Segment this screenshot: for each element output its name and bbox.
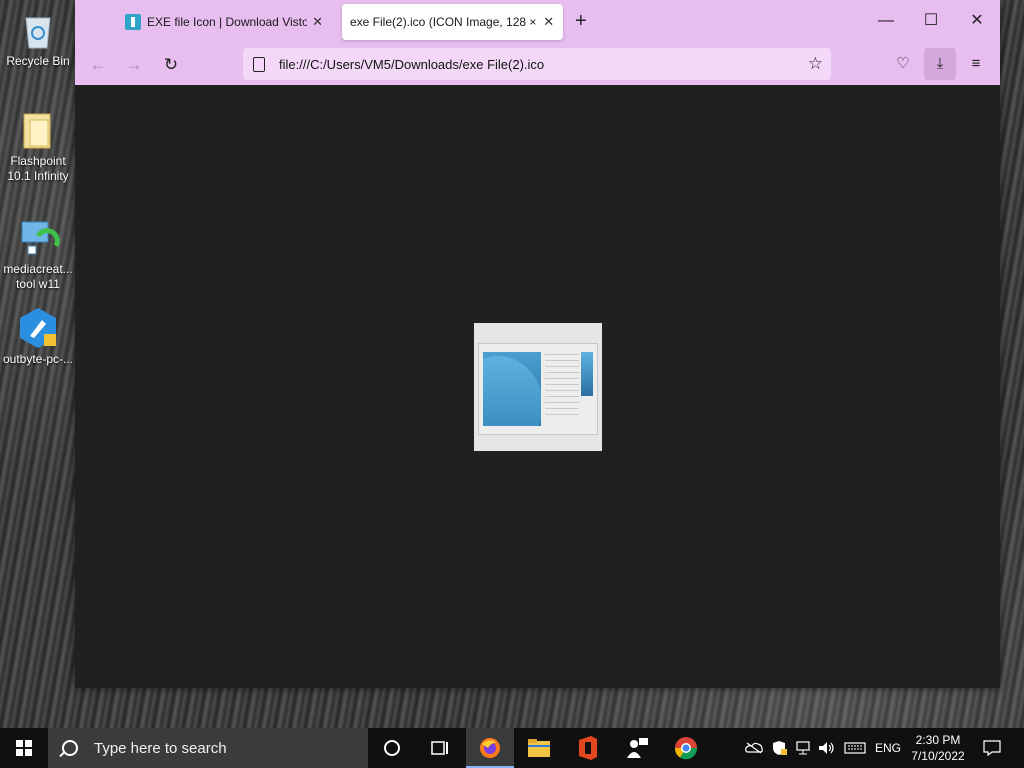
- search-placeholder: Type here to search: [94, 739, 227, 757]
- security-shield-icon[interactable]: [768, 728, 790, 768]
- firefox-icon[interactable]: [466, 728, 514, 768]
- desktop-icon-label: outbyte-pc-...: [2, 352, 74, 366]
- page-icon: [253, 56, 265, 72]
- tab-bar: EXE file Icon | Download Vistoon ✕ exe F…: [75, 0, 1000, 44]
- tab-exe-file-icon[interactable]: EXE file Icon | Download Vistoon ✕: [117, 4, 332, 40]
- folder-icon: [16, 108, 60, 152]
- pocket-button[interactable]: ♡: [887, 48, 919, 80]
- desktop-icon-label: Flashpoint 10.1 Infinity: [7, 154, 69, 183]
- start-button[interactable]: [0, 728, 48, 768]
- desktop-icon-outbyte[interactable]: outbyte-pc-...: [0, 306, 76, 367]
- keyboard-icon[interactable]: [842, 728, 868, 768]
- forward-button[interactable]: →: [123, 54, 145, 76]
- clock-date: 7/10/2022: [911, 749, 965, 763]
- language-indicator[interactable]: ENG: [872, 728, 904, 768]
- taskbar-search-box[interactable]: Type here to search: [48, 728, 368, 768]
- media-creation-tool-icon: [16, 216, 60, 260]
- volume-icon[interactable]: [816, 728, 838, 768]
- notification-center-icon[interactable]: [978, 728, 1006, 768]
- desktop-icon-label: Recycle Bin: [6, 54, 70, 68]
- clock-time: 2:30 PM: [915, 733, 961, 747]
- site-favicon-icon: [125, 14, 141, 30]
- outbyte-installer-icon: [16, 306, 60, 350]
- taskbar-clock[interactable]: 2:30 PM 7/10/2022: [905, 732, 971, 764]
- office-icon[interactable]: [564, 728, 612, 768]
- tab-close-icon[interactable]: ✕: [311, 14, 324, 30]
- new-tab-button[interactable]: +: [575, 11, 587, 31]
- maximize-button[interactable]: ☐: [916, 12, 946, 30]
- app-menu-button[interactable]: ≡: [960, 48, 992, 80]
- recycle-bin-icon: [16, 8, 60, 52]
- downloads-button[interactable]: ⤓: [924, 48, 956, 80]
- ico-image-preview[interactable]: [474, 323, 602, 451]
- address-bar[interactable]: file:///C:/Users/VM5/Downloads/exe File(…: [243, 48, 831, 80]
- page-content: [75, 85, 1000, 688]
- tab-title: EXE file Icon | Download Vistoon: [147, 15, 308, 29]
- back-button[interactable]: ←: [87, 54, 109, 76]
- icon-text-lines: [545, 354, 579, 420]
- desktop-icon-recycle-bin[interactable]: Recycle Bin: [0, 8, 76, 69]
- icon-scrollbar: [581, 352, 593, 396]
- tab-close-icon[interactable]: ✕: [542, 14, 555, 30]
- reload-button[interactable]: ↻: [160, 54, 182, 76]
- navigation-toolbar: ← → ↻ file:///C:/Users/VM5/Downloads/exe…: [75, 44, 1000, 85]
- chrome-icon[interactable]: [662, 728, 710, 768]
- minimize-button[interactable]: —: [871, 12, 901, 30]
- search-icon: [62, 740, 78, 756]
- window-document-icon: [478, 343, 598, 435]
- file-explorer-icon[interactable]: [515, 728, 563, 768]
- desktop-icon-label: mediacreat... tool w11: [3, 262, 73, 291]
- url-text[interactable]: file:///C:/Users/VM5/Downloads/exe File(…: [279, 57, 544, 72]
- cortana-icon[interactable]: [368, 728, 416, 768]
- task-view-icon[interactable]: [416, 728, 464, 768]
- onedrive-offline-icon[interactable]: [742, 728, 766, 768]
- windows-logo-icon: [16, 740, 32, 756]
- icon-picture-panel: [483, 352, 541, 426]
- taskbar: Type here to search ENG 2:30 PM 7/10/202…: [0, 728, 1024, 768]
- tab-title: exe File(2).ico (ICON Image, 128 × 128: [350, 15, 538, 29]
- people-icon[interactable]: [613, 728, 661, 768]
- network-icon[interactable]: [792, 728, 814, 768]
- tab-exe-file-ico[interactable]: exe File(2).ico (ICON Image, 128 × 128 ✕: [342, 4, 563, 40]
- desktop-icon-mediacreation[interactable]: mediacreat... tool w11: [0, 216, 76, 292]
- bookmark-star-icon[interactable]: ☆: [808, 54, 823, 74]
- close-window-button[interactable]: ✕: [962, 12, 992, 30]
- desktop-icon-flashpoint[interactable]: Flashpoint 10.1 Infinity: [0, 108, 76, 184]
- firefox-window: EXE file Icon | Download Vistoon ✕ exe F…: [75, 0, 1000, 688]
